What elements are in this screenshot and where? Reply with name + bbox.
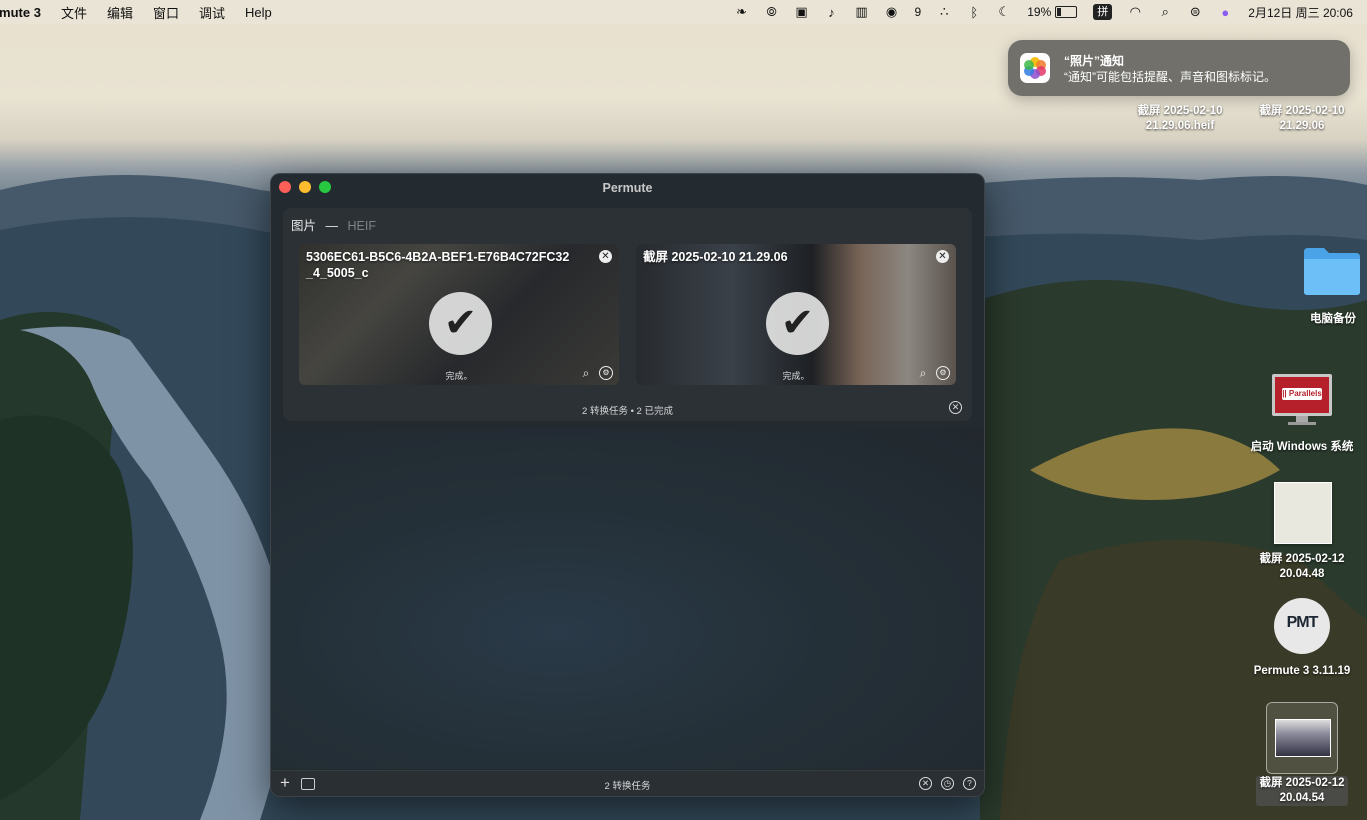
media-type-label: 图片 (291, 219, 317, 233)
desktop-file-heif-label[interactable]: 截屏 2025-02-10 21.29.06.heif (1126, 104, 1234, 134)
reveal-search-icon[interactable]: ⌕ (916, 366, 930, 380)
reveal-search-icon[interactable]: ⌕ (579, 366, 593, 380)
history-clock-icon[interactable]: ◷ (941, 777, 954, 790)
panel-summary: 2 转换任务 • 2 已完成 (582, 406, 673, 417)
remove-item-icon[interactable]: ✕ (599, 250, 612, 263)
screenshot-file-label[interactable]: 截屏 2025-02-12 20.04.48 (1246, 552, 1358, 582)
search-icon[interactable]: ⌕ (1158, 4, 1172, 20)
permute-app-icon[interactable]: PMT (1274, 598, 1330, 654)
selected-screenshot-text: 截屏 2025-02-12 20.04.54 (1256, 776, 1348, 806)
screenshot-file-icon[interactable] (1274, 482, 1332, 544)
menu-file[interactable]: 文件 (61, 3, 87, 22)
notification-body: “通知”可能包括提醒、声音和图标标记。 (1064, 70, 1276, 84)
notification-banner[interactable]: “照片”通知 “通知”可能包括提醒、声音和图标标记。 (1008, 40, 1350, 96)
output-format-selector[interactable]: HEIF (347, 219, 375, 233)
menu-edit[interactable]: 编辑 (107, 3, 133, 22)
conversion-card[interactable]: 截屏 2025-02-10 21.29.06 ✕ ✔ 完成。 ⌕ ⚙ (636, 244, 956, 385)
siri-icon[interactable]: ● (1218, 4, 1232, 20)
panel-header: 图片 — HEIF (291, 215, 376, 234)
app-tray-icon[interactable]: ▣ (795, 4, 809, 20)
link-circles-icon[interactable]: ⦾ (765, 4, 779, 20)
menu-debug[interactable]: 调试 (199, 3, 225, 22)
card-filename: 截屏 2025-02-10 21.29.06 (643, 250, 788, 264)
window-title: Permute (602, 181, 653, 195)
permute-window: Permute 图片 — HEIF 5306EC61-B5C6-4B2A-BEF… (270, 173, 985, 797)
photos-app-icon (1020, 53, 1050, 83)
wechat-count: 9 (914, 5, 922, 19)
desktop-file-screenshot-label[interactable]: 截屏 2025-02-10 21.29.06 (1248, 104, 1356, 134)
notification-title: “照片”通知 (1064, 54, 1125, 68)
conversion-card[interactable]: 5306EC61-B5C6-4B2A-BEF1-E76B4C72FC32_4_5… (299, 244, 619, 385)
folder-icon[interactable] (1302, 246, 1362, 296)
settings-gear-icon[interactable]: ⚙ (599, 366, 613, 380)
battery-percent: 19% (1027, 5, 1052, 19)
window-titlebar[interactable]: Permute (271, 174, 984, 202)
remove-item-icon[interactable]: ✕ (936, 250, 949, 263)
folder-label[interactable]: 电脑备份 (1296, 312, 1367, 327)
battery-status[interactable]: 19% (1027, 5, 1078, 19)
parallels-logo: || Parallels (1282, 389, 1322, 398)
menu-window[interactable]: 窗口 (153, 3, 179, 22)
selected-screenshot-icon[interactable] (1266, 702, 1338, 774)
clear-panel-icon[interactable]: ✕ (949, 401, 962, 414)
help-icon[interactable]: ? (963, 777, 976, 790)
card-status: 完成。 (445, 371, 473, 381)
app-menu[interactable]: rmute 3 (0, 5, 41, 20)
control-center-icon[interactable]: ⊜ (1188, 4, 1202, 20)
wechat-icon[interactable]: ◉ (885, 4, 899, 20)
menu-help[interactable]: Help (245, 5, 272, 20)
battery-icon (1055, 6, 1078, 18)
settings-gear-icon[interactable]: ⚙ (936, 366, 950, 380)
done-check-icon: ✔ (766, 292, 829, 355)
weather-icon[interactable]: ∴ (937, 4, 951, 20)
focus-moon-icon[interactable]: ☾ (997, 4, 1011, 20)
conversion-panel: 图片 — HEIF 5306EC61-B5C6-4B2A-BEF1-E76B4C… (283, 208, 972, 421)
bluetooth-icon[interactable]: ᛒ (967, 4, 981, 20)
parallels-label[interactable]: 启动 Windows 系统 (1240, 440, 1364, 455)
script-icon[interactable]: ❧ (735, 4, 749, 20)
clear-all-icon[interactable]: ✕ (919, 777, 932, 790)
datetime[interactable]: 2月12日 周三 20:06 (1248, 4, 1353, 21)
screenshot-thumbnail (1275, 719, 1331, 757)
wifi-icon[interactable]: ◠ (1128, 4, 1142, 20)
menu-bar: rmute 3 文件 编辑 窗口 调试 Help ❧ ⦾ ▣ ♪ ▥ ◉ 9 ∴… (0, 0, 1367, 24)
sidebar-icon[interactable]: ▥ (855, 4, 869, 20)
tiktok-icon[interactable]: ♪ (825, 4, 839, 20)
header-separator: — (325, 219, 339, 233)
permute-app-label[interactable]: Permute 3 3.11.19 (1244, 664, 1360, 679)
input-method[interactable]: 拼 (1093, 4, 1113, 20)
selected-screenshot-label[interactable]: 截屏 2025-02-12 20.04.54 (1246, 776, 1358, 806)
card-filename: 5306EC61-B5C6-4B2A-BEF1-E76B4C72FC32_4_5… (306, 250, 570, 280)
footer-task-count: 2 转换任务 (604, 781, 651, 792)
window-footer: + 2 转换任务 ✕ ◷ ? (271, 770, 984, 796)
permute-logo: PMT (1286, 614, 1319, 631)
done-check-icon: ✔ (429, 292, 492, 355)
card-status: 完成。 (782, 371, 810, 381)
drop-area[interactable] (271, 429, 984, 769)
